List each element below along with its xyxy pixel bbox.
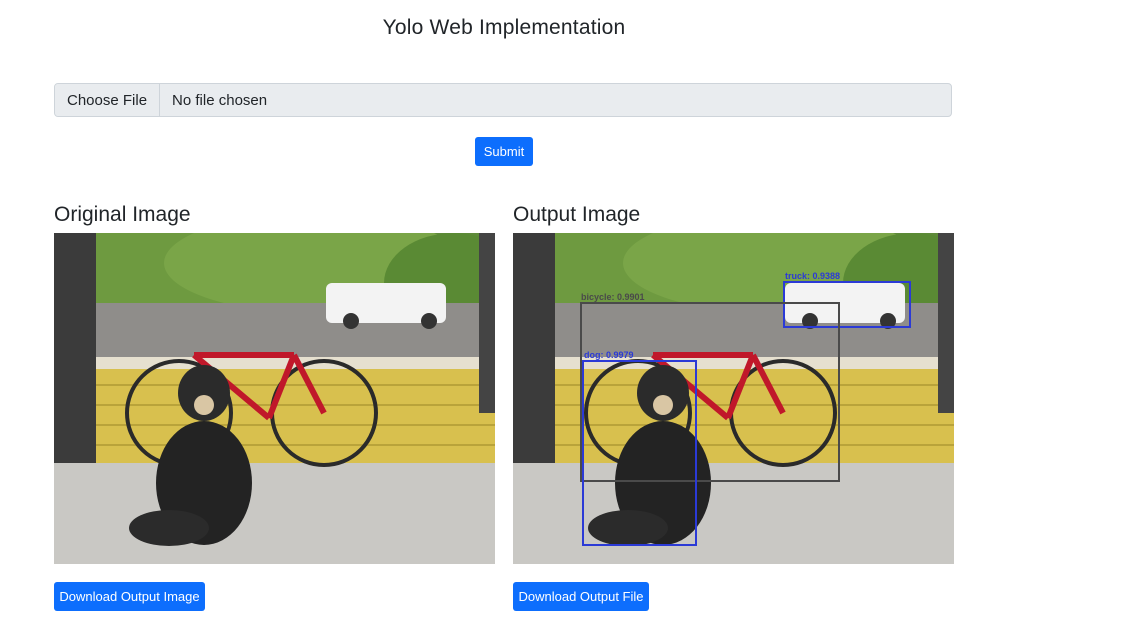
- submit-button[interactable]: Submit: [475, 137, 533, 166]
- page-title: Yolo Web Implementation: [382, 16, 626, 39]
- original-image: [54, 233, 495, 564]
- output-image: truck: 0.9388 bicycle: 0.9901 dog: 0.997…: [513, 233, 954, 564]
- choose-file-button[interactable]: Choose File: [55, 84, 161, 116]
- detection-label-bicycle: bicycle: 0.9901: [581, 292, 645, 302]
- download-output-image-button[interactable]: Download Output Image: [54, 582, 205, 611]
- output-image-heading: Output Image: [513, 203, 641, 226]
- detection-label-truck: truck: 0.9388: [785, 271, 840, 281]
- download-output-file-button[interactable]: Download Output File: [513, 582, 649, 611]
- file-input[interactable]: Choose File No file chosen: [54, 83, 952, 117]
- detection-label-dog: dog: 0.9979: [584, 350, 634, 360]
- file-status: No file chosen: [172, 91, 268, 109]
- original-image-heading: Original Image: [54, 203, 191, 226]
